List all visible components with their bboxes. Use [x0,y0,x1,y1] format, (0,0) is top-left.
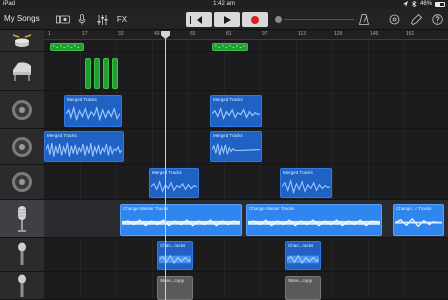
playhead-line [165,36,166,300]
merged-tracks-region[interactable]: Merged Tracks [64,95,122,127]
speaker-icon [12,99,32,120]
merged-tracks-region[interactable]: Merged Tracks [149,168,199,198]
my-songs-button[interactable]: My Songs [4,14,40,23]
track-header-speaker-3[interactable] [0,165,44,200]
merged-tracks-region[interactable]: Merged Tracks [280,168,332,198]
lane-microphone-2 [44,272,448,300]
fx-button[interactable]: FX [116,13,128,26]
ruler-tick: 161 [406,31,415,37]
ruler-tick: 97 [262,31,268,37]
play-icon [223,15,231,24]
track-header-drums[interactable] [0,30,44,52]
region-label: Chan...racks [160,243,186,248]
track-header-speaker-1[interactable] [0,91,44,129]
lane-microphone-1 [44,238,448,272]
region-label: Change Master Tracks [123,206,169,211]
settings-icon[interactable] [410,13,422,26]
region-label: Merged Tracks [213,133,243,138]
play-button[interactable] [214,12,240,27]
track-header-microphone-2[interactable] [0,272,44,300]
ruler-tick: 113 [298,31,306,37]
microphone-icon[interactable] [77,13,86,26]
piano-region[interactable] [103,58,109,89]
change-master-region[interactable]: Change Master Tracks [120,204,242,236]
lane-speaker-3 [44,165,448,200]
bluetooth-icon [411,1,417,7]
ruler-tick: 81 [226,31,232,37]
piano-region[interactable] [112,58,118,89]
location-icon [402,1,408,7]
loop-browser-icon[interactable] [388,13,400,26]
battery-icon [435,1,445,7]
grand-piano-icon [13,62,31,81]
ruler-tick: 145 [370,31,379,37]
rewind-button[interactable] [186,12,212,27]
stereo-copy-region[interactable]: Stere...copy [157,276,193,300]
timeline-ruler[interactable]: 1 17 33 49 65 81 97 113 129 145 161 [44,30,448,40]
chan-tracks-region[interactable]: Chan...racks [285,241,321,270]
ruler-tick: 65 [190,31,196,37]
status-bar: iPad 1:42 am 46% [0,0,448,9]
microphone-icon [18,242,26,265]
chan-tracks-region[interactable]: Chan...racks [157,241,193,270]
region-label: Merged Tracks [47,133,77,138]
microphone-icon [18,274,26,297]
change-master-region[interactable]: Change Master Tracks [246,204,382,236]
merged-tracks-region[interactable]: Merged Tracks [44,131,124,162]
drums-icon [12,33,32,47]
piano-region[interactable] [85,58,91,89]
toolbar: My Songs FX [0,9,448,30]
ruler-tick: 33 [118,31,124,37]
track-header-microphone-1[interactable] [0,238,44,272]
region-label: Merged Tracks [67,97,97,102]
track-headers [0,30,44,300]
status-right: 46% [402,1,445,7]
ruler-tick: 49 [154,31,160,37]
region-label: Change...r Tracks [396,206,432,211]
tracks-area[interactable]: Merged Tracks Merged Tracks Merged Track… [44,40,448,300]
region-label: Merged Tracks [152,170,182,175]
transport-controls [186,12,268,27]
drum-region[interactable] [212,43,248,51]
status-time: 1:42 am [213,1,235,7]
rewind-icon [189,15,202,24]
merged-tracks-region[interactable]: Merged Tracks [210,95,262,127]
condenser-mic-icon [18,205,26,232]
mixer-icon[interactable] [96,13,108,26]
track-header-condenser-mic[interactable] [0,200,44,238]
speaker-icon [12,172,32,192]
drum-region[interactable] [50,43,84,51]
region-label: Stere...copy [288,278,313,283]
ruler-tick: 129 [334,31,343,37]
region-label: Chan...racks [288,243,314,248]
ruler-tick: 1 [48,31,51,37]
track-header-speaker-2[interactable] [0,129,44,165]
region-label: Merged Tracks [283,170,313,175]
battery-percent: 46% [419,1,432,7]
track-header-grand-piano[interactable] [0,52,44,91]
record-icon [251,15,259,24]
speaker-icon [12,136,32,157]
record-button[interactable] [242,12,268,27]
help-icon[interactable] [431,13,443,26]
merged-tracks-region[interactable]: Merged Tracks [210,131,262,162]
master-volume-slider[interactable] [284,19,354,20]
change-master-region[interactable]: Change...r Tracks [393,204,444,236]
ruler-tick: 17 [82,31,88,37]
metronome-icon[interactable] [358,13,370,26]
stereo-copy-region[interactable]: Stere...copy [285,276,321,300]
master-volume-knob[interactable] [275,16,282,23]
region-label: Stere...copy [160,278,185,283]
region-label: Change Master Tracks [249,206,295,211]
region-label: Merged Tracks [213,97,243,102]
view-toggle-icon[interactable] [56,13,70,26]
piano-region[interactable] [94,58,100,89]
